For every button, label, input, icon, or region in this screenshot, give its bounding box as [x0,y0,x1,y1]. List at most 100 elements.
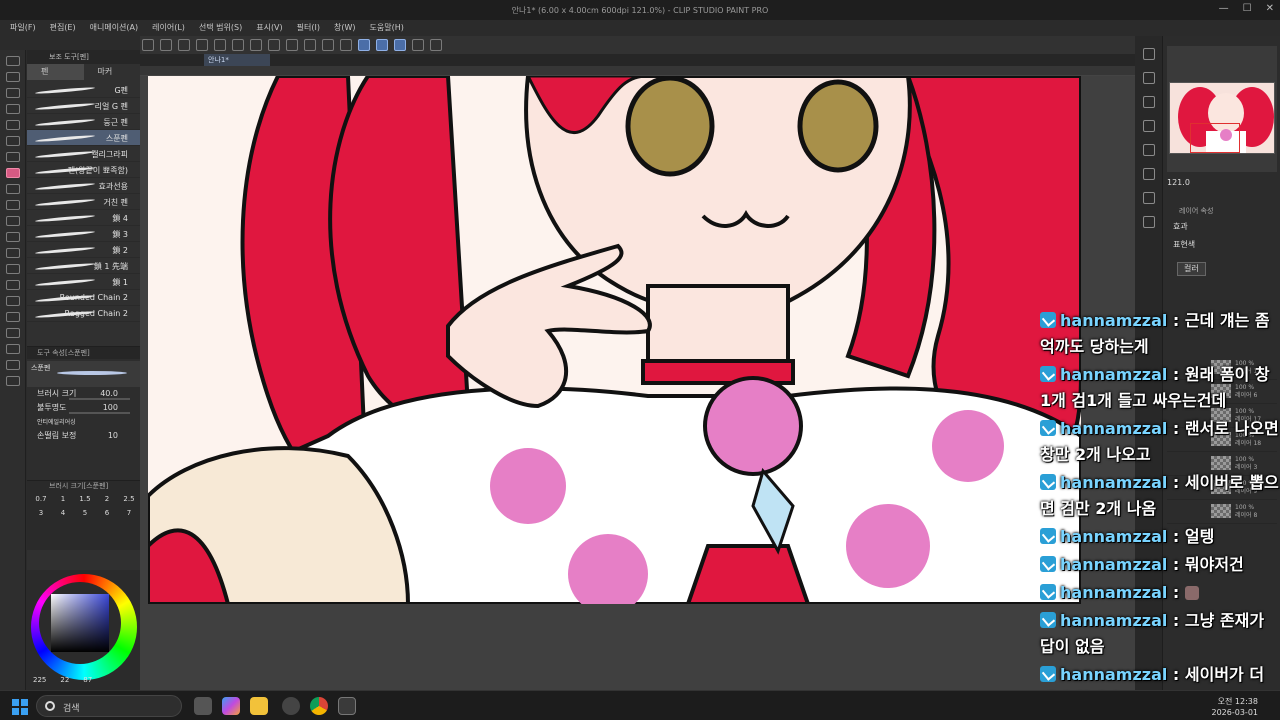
new-file-icon[interactable] [142,39,154,51]
text-tool-icon[interactable] [5,344,20,354]
size-preset[interactable]: 3 [31,509,51,521]
stabilization-row[interactable]: 손떨림 보정 10 [27,429,140,443]
snap-grid-icon[interactable] [376,39,388,51]
fill-tool-icon[interactable] [5,264,20,274]
size-preset[interactable]: 1 [53,495,73,507]
gradient-tool-icon[interactable] [5,280,20,290]
brush-item[interactable]: 鎖 3 [27,226,140,242]
deselect-icon[interactable] [250,39,262,51]
size-preset[interactable]: 1.5 [75,495,95,507]
undo-icon[interactable] [214,39,226,51]
selection-tool-icon[interactable] [5,120,20,130]
brush-item[interactable]: Ragged Chain 2 [27,306,140,322]
close-panel-icon[interactable] [1142,120,1155,132]
navigator-view-frame[interactable] [1190,123,1240,153]
menu-filter[interactable]: 필터(I) [297,20,320,36]
brush-item[interactable]: 펜(왕끝이 뾰족함) [27,162,140,178]
saturation-value-square[interactable] [51,594,109,652]
clear-icon[interactable] [304,39,316,51]
correct-line-tool-icon[interactable] [5,376,20,386]
brush-item[interactable]: 리얼 G 펜 [27,98,140,114]
tab-document[interactable]: 안나1* [204,54,270,66]
menu-layer[interactable]: 레이어(L) [152,20,185,36]
brush-tool-icon[interactable] [5,200,20,210]
operation-tool-icon[interactable] [5,104,20,114]
maximize-button[interactable]: ☐ [1243,3,1252,14]
brush-item[interactable]: 鎖 1 [27,274,140,290]
close-button[interactable]: ✕ [1266,3,1274,14]
system-clock[interactable]: 오전 12:38 2026-03-01 [1212,696,1259,718]
eyedropper-tool-icon[interactable] [5,152,20,162]
pencil-tool-icon[interactable] [5,184,20,194]
size-preset[interactable]: 5 [75,509,95,521]
minimize-button[interactable]: — [1219,3,1229,14]
brush-item[interactable]: 鎖 1 先端 [27,258,140,274]
size-preset[interactable]: 0.7 [31,495,51,507]
tab-pen[interactable]: 펜 [27,64,84,80]
airbrush-tool-icon[interactable] [5,216,20,226]
frame-tool-icon[interactable] [5,312,20,322]
brush-item[interactable]: 캘리그라피 [27,146,140,162]
menu-file[interactable]: 파일(F) [10,20,36,36]
navigator-thumbnail[interactable] [1169,82,1275,154]
copilot-icon[interactable] [222,697,240,715]
ruler-tool-icon[interactable] [5,328,20,338]
size-preset[interactable]: 6 [97,509,117,521]
history-icon[interactable] [1142,144,1155,156]
app-icon[interactable] [282,697,300,715]
color-wheel[interactable]: 225 22 87 [27,570,140,690]
auto-select-tool-icon[interactable] [5,136,20,146]
antialiasing-row[interactable]: 안티에일리어싱 [27,415,140,429]
tab-marker[interactable]: 마커 [84,64,141,80]
move-tool-icon[interactable] [5,88,20,98]
menu-view[interactable]: 표시(V) [256,20,282,36]
chrome-icon[interactable] [310,697,328,715]
task-view-icon[interactable] [194,697,212,715]
invert-selection-icon[interactable] [268,39,280,51]
brush-item[interactable]: 둥근 펜 [27,114,140,130]
settings-icon[interactable] [412,39,424,51]
clip-icon[interactable] [1142,96,1155,108]
snap-guide-icon[interactable] [394,39,406,51]
close-icon[interactable] [1142,72,1155,84]
transform-icon[interactable] [286,39,298,51]
balloon-tool-icon[interactable] [5,360,20,370]
search-icon[interactable] [1142,48,1155,60]
brush-item[interactable]: 거친 펜 [27,194,140,210]
size-preset[interactable]: 2.5 [119,495,139,507]
brush-item-selected[interactable]: 스푼펜 [27,130,140,146]
size-preset[interactable]: 7 [119,509,139,521]
brush-item[interactable]: G펜 [27,82,140,98]
zoom-tool-icon[interactable] [5,56,20,66]
blend-tool-icon[interactable] [5,248,20,258]
size-preset[interactable]: 2 [97,495,117,507]
brush-item[interactable]: 鎖 2 [27,242,140,258]
redo-icon[interactable] [232,39,244,51]
figure-tool-icon[interactable] [5,296,20,306]
brush-item[interactable]: 효과선용 [27,178,140,194]
open-file-icon[interactable] [160,39,172,51]
snap-ruler-icon[interactable] [340,39,352,51]
opacity-row[interactable]: 불투명도 100 [27,401,140,415]
fill-icon[interactable] [322,39,334,51]
brush-size-row[interactable]: 브러시 크기 40.0 [27,387,140,401]
reference-icon[interactable] [430,39,442,51]
zoom-level[interactable]: 121.0 [1167,178,1190,187]
print-icon[interactable] [196,39,208,51]
hand-tool-icon[interactable] [5,72,20,82]
file-explorer-icon[interactable] [250,697,268,715]
save-icon[interactable] [178,39,190,51]
canvas-area[interactable] [140,76,1135,690]
menu-help[interactable]: 도움말(H) [370,20,404,36]
expression-color-select[interactable]: 컬러 [1177,262,1206,276]
windows-start-icon[interactable] [12,699,28,715]
menu-selection[interactable]: 선택 범위(S) [199,20,242,36]
menu-animation[interactable]: 애니메이션(A) [90,20,139,36]
brush-item[interactable]: Rounded Chain 2 [27,290,140,306]
menu-window[interactable]: 창(W) [334,20,356,36]
menu-edit[interactable]: 편집(E) [50,20,76,36]
artwork-canvas[interactable] [148,76,1081,604]
layer-search-icon[interactable] [1142,168,1155,180]
eraser-tool-icon[interactable] [5,232,20,242]
snap-special-ruler-icon[interactable] [358,39,370,51]
